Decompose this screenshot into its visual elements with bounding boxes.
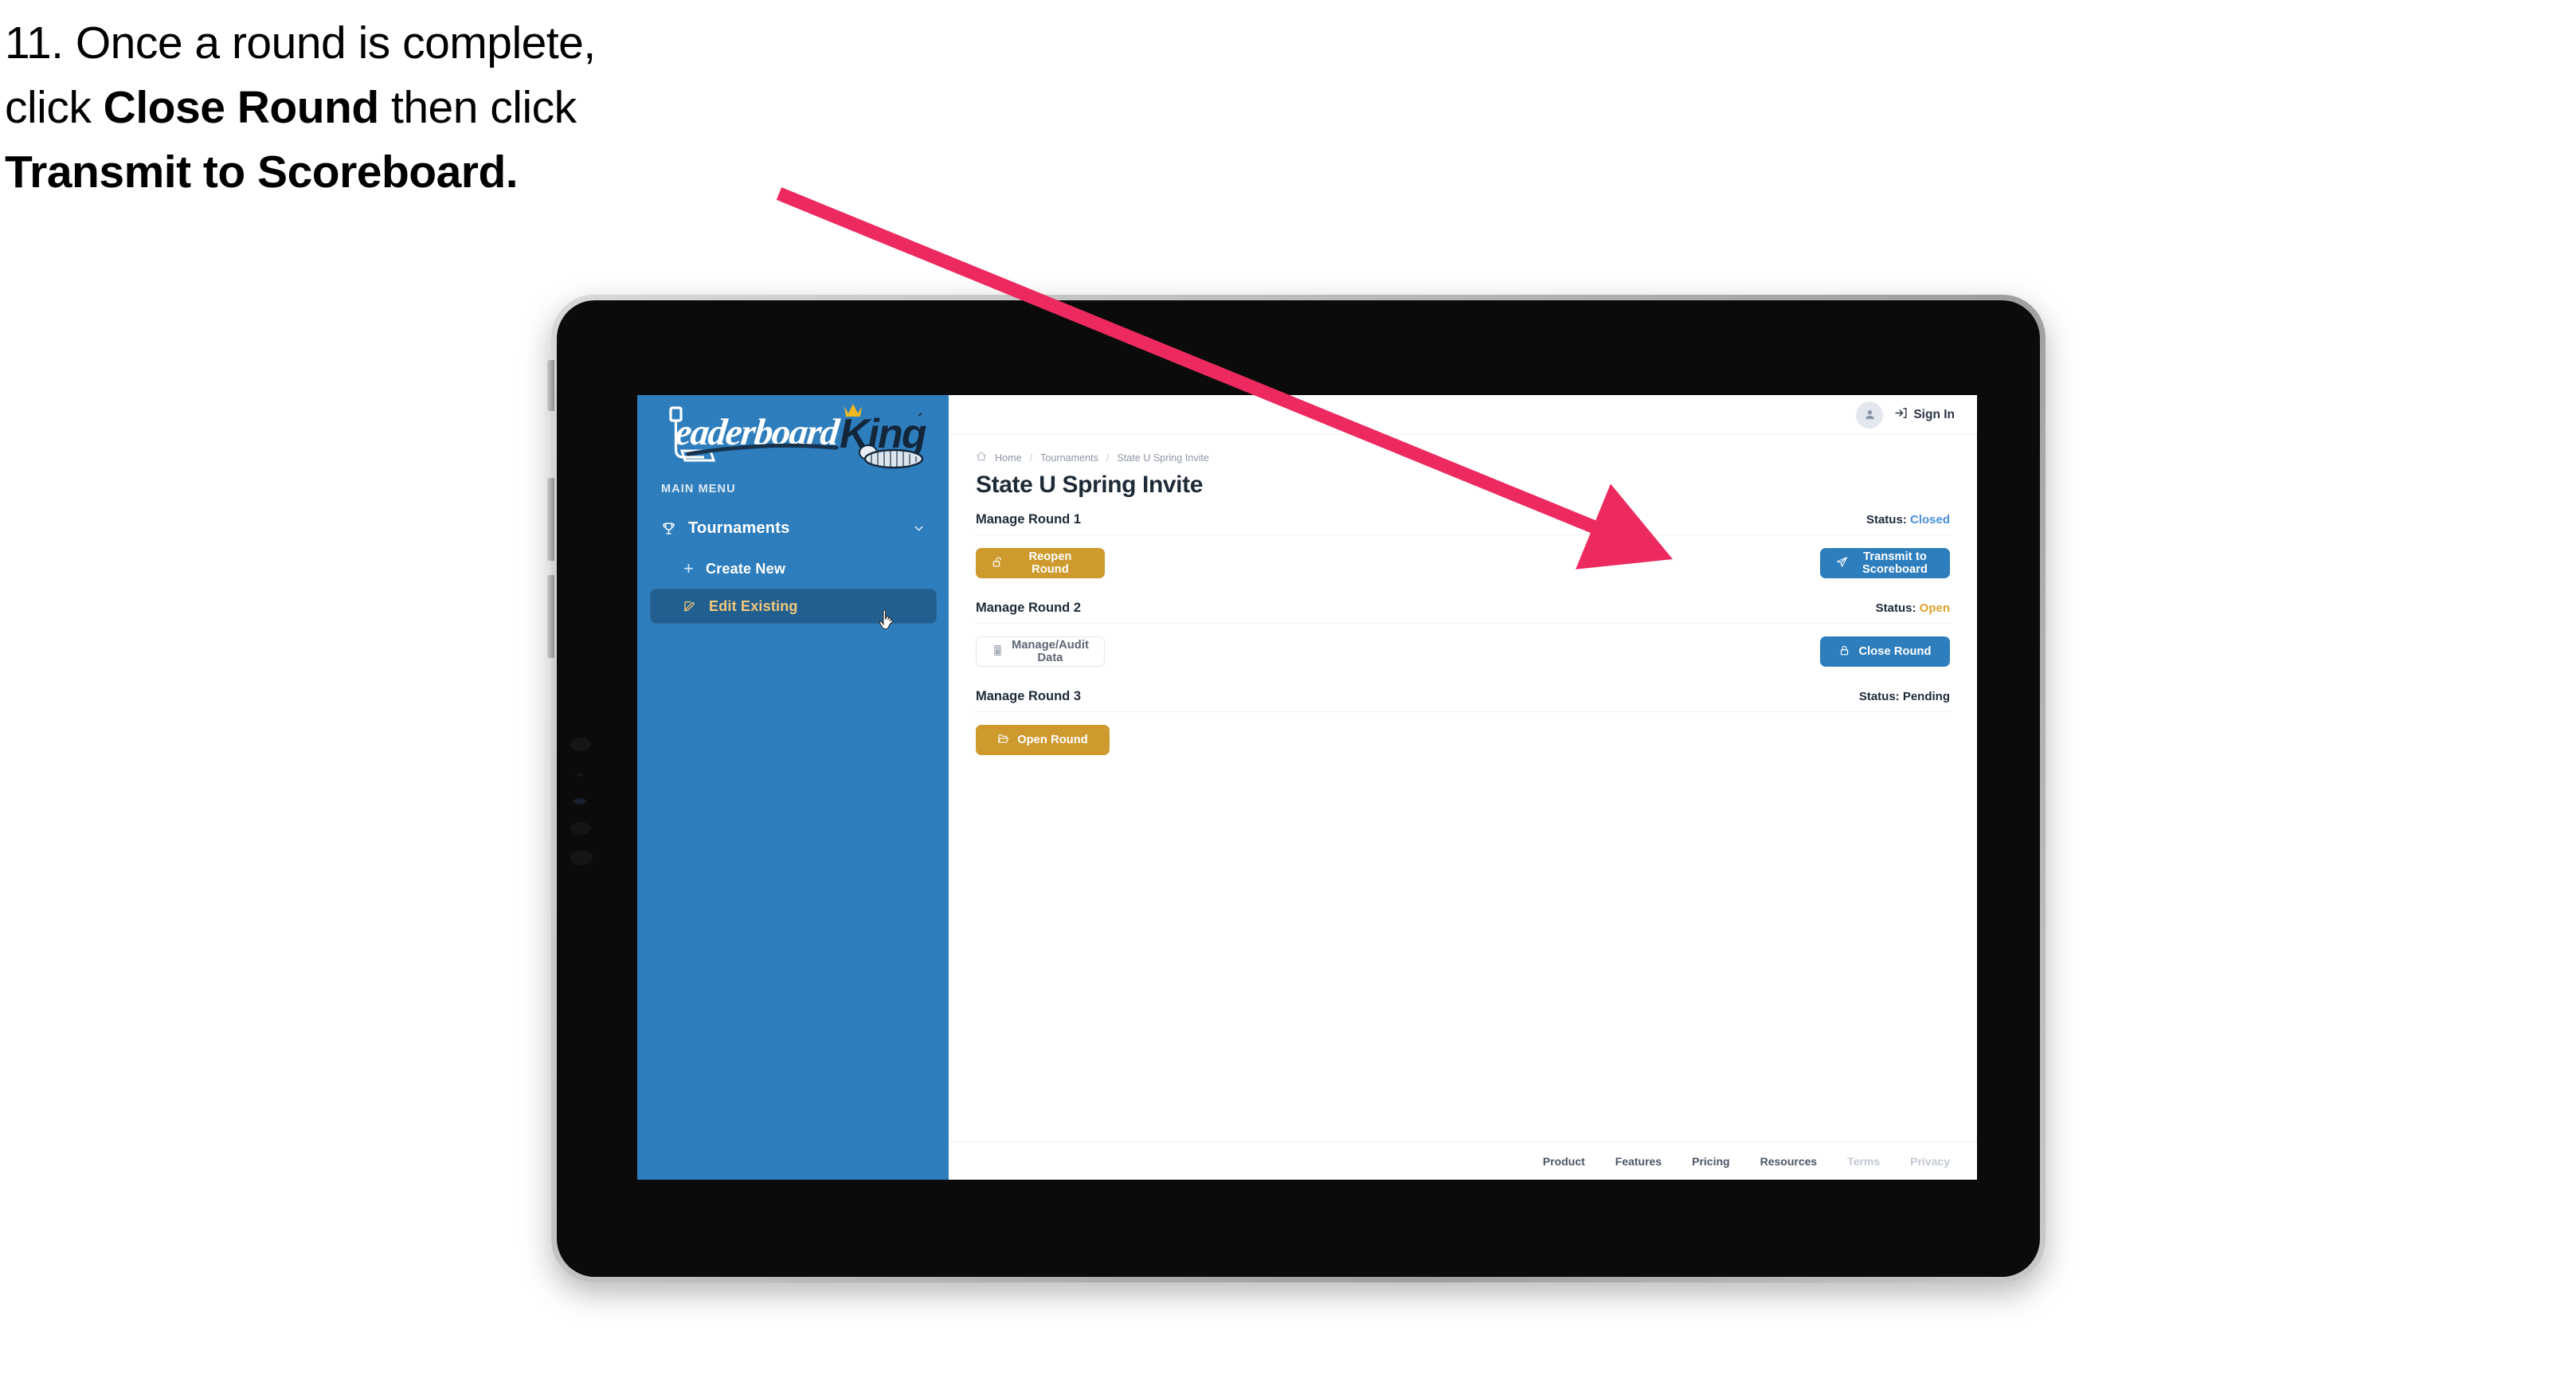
calculator-icon bbox=[992, 644, 1004, 660]
status-badge: Closed bbox=[1909, 513, 1950, 527]
round-title: Manage Round 2 bbox=[976, 601, 1082, 615]
button-label: Transmit to Scoreboard bbox=[1862, 550, 1928, 576]
reopen-round-button[interactable]: Reopen Round bbox=[976, 548, 1105, 578]
sidebar-item-create-new[interactable]: + Create New bbox=[650, 551, 937, 586]
open-round-button[interactable]: Open Round bbox=[976, 725, 1110, 755]
instruction-caption: 11. Once a round is complete, click Clos… bbox=[5, 11, 881, 205]
round-block-3: Manage Round 3 Status: Pending Open Roun… bbox=[976, 689, 1950, 755]
sidebar-item-label: Create New bbox=[706, 560, 786, 577]
tablet-sensor-dot bbox=[570, 851, 593, 865]
trophy-icon bbox=[661, 521, 685, 536]
breadcrumb: Home / Tournaments / State U Spring Invi… bbox=[976, 451, 1950, 464]
home-icon bbox=[976, 451, 987, 464]
close-round-button[interactable]: Close Round bbox=[1820, 636, 1950, 667]
tablet-sensor-dot bbox=[570, 822, 591, 835]
round-status: Status: Pending bbox=[1859, 690, 1950, 703]
lock-icon bbox=[1838, 644, 1850, 660]
tablet-volume-up-button[interactable] bbox=[547, 478, 554, 561]
tablet-power-button[interactable] bbox=[547, 360, 554, 411]
footer-link-product[interactable]: Product bbox=[1543, 1155, 1585, 1168]
sidebar-item-tournaments[interactable]: Tournaments bbox=[650, 511, 937, 546]
button-label: Reopen Round bbox=[1028, 550, 1072, 576]
caption-line-2: click Close Round then click bbox=[5, 76, 881, 140]
footer-link-resources[interactable]: Resources bbox=[1760, 1155, 1818, 1168]
status-label: Status: bbox=[1865, 513, 1907, 527]
transmit-to-scoreboard-button[interactable]: Transmit to Scoreboard bbox=[1820, 548, 1950, 578]
round-status: Status: Closed bbox=[1866, 513, 1950, 527]
round-actions: Manage/Audit Data Close Round bbox=[976, 636, 1950, 667]
status-badge: Pending bbox=[1902, 690, 1950, 703]
tablet-sensor-dot bbox=[576, 773, 583, 777]
sign-in-label: Sign In bbox=[1913, 407, 1955, 421]
round-header: Manage Round 3 Status: Pending bbox=[976, 689, 1950, 712]
footer-link-terms[interactable]: Terms bbox=[1847, 1155, 1880, 1168]
page-title: State U Spring Invite bbox=[976, 472, 1203, 498]
page-body: Home / Tournaments / State U Spring Invi… bbox=[949, 435, 1977, 1141]
top-bar: Sign In bbox=[949, 395, 1977, 435]
round-status: Status: Open bbox=[1876, 601, 1950, 615]
round-header: Manage Round 1 Status: Closed bbox=[976, 512, 1950, 535]
logo-svg: eaderboard King ´ bbox=[669, 404, 928, 469]
status-badge: Open bbox=[1919, 601, 1950, 615]
footer-link-privacy[interactable]: Privacy bbox=[1910, 1155, 1950, 1168]
svg-text:´: ´ bbox=[918, 412, 923, 429]
chevron-down-icon[interactable] bbox=[912, 522, 926, 535]
round-block-2: Manage Round 2 Status: Open Manage/Audit… bbox=[976, 601, 1950, 667]
round-actions: Reopen Round Transmit to Scoreboard bbox=[976, 548, 1950, 578]
tablet-screen: eaderboard King ´ MAIN MENU Tournaments … bbox=[637, 395, 1977, 1180]
manage-audit-data-button[interactable]: Manage/Audit Data bbox=[976, 636, 1105, 667]
folder-open-icon bbox=[997, 733, 1009, 748]
breadcrumb-separator: / bbox=[1106, 452, 1110, 464]
footer-nav: Product Features Pricing Resources Terms… bbox=[949, 1141, 1977, 1180]
button-label: Close Round bbox=[1858, 645, 1932, 658]
footer-link-pricing[interactable]: Pricing bbox=[1692, 1155, 1729, 1168]
leaderboard-king-logo[interactable]: eaderboard King ´ bbox=[655, 400, 934, 475]
breadcrumb-separator: / bbox=[1029, 452, 1033, 464]
main-content: Sign In Home / Tournaments / State U Spr… bbox=[949, 395, 1977, 1180]
round-actions: Open Round bbox=[976, 725, 1950, 755]
breadcrumb-item-current: State U Spring Invite bbox=[1117, 452, 1209, 464]
tablet-sensor-dot bbox=[570, 738, 591, 751]
caption-line-1: 11. Once a round is complete, bbox=[5, 11, 881, 76]
status-label: Status: bbox=[1858, 690, 1900, 703]
sidebar: eaderboard King ´ MAIN MENU Tournaments … bbox=[637, 395, 949, 1180]
round-title: Manage Round 1 bbox=[976, 512, 1082, 527]
caption-line-3: Transmit to Scoreboard. bbox=[5, 140, 881, 205]
button-label: Manage/Audit Data bbox=[1012, 639, 1089, 664]
sign-in-arrow-icon bbox=[1894, 406, 1908, 424]
tablet-volume-down-button[interactable] bbox=[547, 575, 554, 658]
caption-line-1-text: 11. Once a round is complete, bbox=[5, 18, 596, 69]
caption-line-2-prefix: click bbox=[5, 81, 104, 133]
plus-icon: + bbox=[683, 558, 694, 578]
paper-plane-icon bbox=[1836, 556, 1848, 571]
sign-in-button[interactable]: Sign In bbox=[1894, 406, 1955, 424]
status-label: Status: bbox=[1875, 601, 1916, 615]
user-avatar-icon[interactable] bbox=[1856, 401, 1884, 429]
sidebar-item-label: Edit Existing bbox=[709, 597, 798, 614]
unlock-icon bbox=[992, 556, 1004, 571]
round-title: Manage Round 3 bbox=[976, 689, 1082, 703]
breadcrumb-item-tournaments[interactable]: Tournaments bbox=[1040, 452, 1098, 464]
tablet-camera-dot bbox=[574, 798, 586, 805]
mouse-cursor-pointer bbox=[878, 609, 898, 632]
sidebar-section-label: MAIN MENU bbox=[661, 483, 736, 495]
button-label: Open Round bbox=[1017, 734, 1088, 746]
breadcrumb-item-home[interactable]: Home bbox=[995, 452, 1022, 464]
caption-line-2-bold: Close Round bbox=[103, 81, 380, 133]
round-header: Manage Round 2 Status: Open bbox=[976, 601, 1950, 624]
caption-line-2-suffix: then click bbox=[378, 81, 577, 133]
footer-link-features[interactable]: Features bbox=[1615, 1155, 1662, 1168]
round-block-1: Manage Round 1 Status: Closed Reopen Rou… bbox=[976, 512, 1950, 578]
caption-line-3-bold: Transmit to Scoreboard. bbox=[5, 146, 519, 198]
sidebar-item-label: Tournaments bbox=[688, 519, 790, 537]
edit-pencil-icon bbox=[683, 600, 704, 613]
